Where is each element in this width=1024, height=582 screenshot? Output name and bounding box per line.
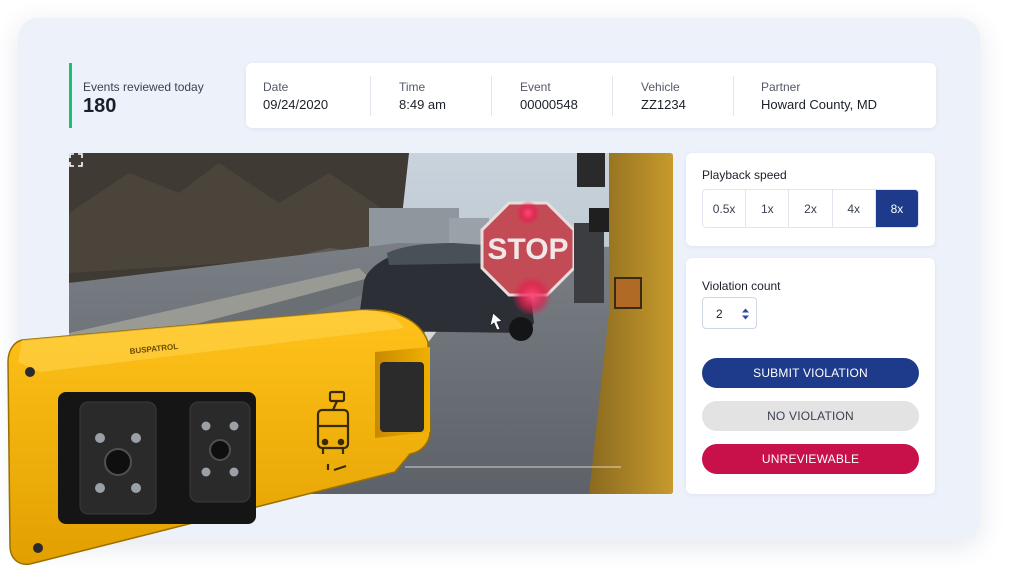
info-vehicle-value: ZZ1234 — [641, 97, 686, 112]
fullscreen-icon[interactable] — [69, 153, 83, 167]
mount-screw — [25, 367, 35, 377]
violation-count-value: 2 — [716, 307, 723, 321]
stop-light-top — [516, 201, 540, 225]
events-reviewed-label: Events reviewed today — [83, 80, 204, 94]
info-divider — [733, 76, 734, 116]
bus-lamp — [614, 277, 642, 309]
speed-option-8x[interactable]: 8x — [875, 190, 918, 227]
stepper-arrows-icon[interactable] — [741, 307, 750, 321]
submit-violation-button[interactable]: SUBMIT VIOLATION — [702, 358, 919, 388]
ir-led — [95, 433, 105, 443]
car-wheel — [509, 317, 533, 341]
info-date-label: Date — [263, 80, 289, 94]
info-divider — [491, 76, 492, 116]
speed-option-0-5x[interactable]: 0.5x — [703, 190, 747, 227]
playback-speed-title: Playback speed — [702, 168, 787, 182]
info-event-value: 00000548 — [520, 97, 578, 112]
info-divider — [612, 76, 613, 116]
info-partner-label: Partner — [761, 80, 801, 94]
info-divider — [370, 76, 371, 116]
bus-mirror — [577, 153, 605, 187]
camera-lens — [209, 439, 231, 461]
playback-speed-card: Playback speed 0.5x 1x 2x 4x 8x — [686, 153, 935, 246]
bus-mirror — [589, 208, 609, 232]
ir-led — [131, 433, 141, 443]
ir-led — [95, 483, 105, 493]
info-time-value: 8:49 am — [399, 97, 446, 112]
no-violation-button[interactable]: NO VIOLATION — [702, 401, 919, 431]
events-reviewed-value: 180 — [83, 95, 117, 117]
violation-count-select[interactable]: 2 — [702, 297, 757, 329]
events-reviewed-stat: Events reviewed today 180 — [69, 63, 219, 128]
violation-card: Violation count 2 SUBMIT VIOLATION NO VI… — [686, 258, 935, 494]
ir-led — [131, 483, 141, 493]
unreviewable-button[interactable]: UNREVIEWABLE — [702, 444, 919, 474]
bus-camera-device: BUSPATROL — [7, 309, 431, 566]
ir-led — [201, 421, 211, 431]
info-date-value: 09/24/2020 — [263, 97, 329, 112]
ir-led — [229, 421, 239, 431]
event-info-card: Date 09/24/2020 Time 8:49 am Event 00000… — [246, 63, 936, 128]
camera-lens — [104, 448, 132, 476]
info-vehicle-label: Vehicle — [641, 80, 680, 94]
mount-screw — [33, 543, 43, 553]
ir-led — [229, 467, 239, 477]
info-time-label: Time — [399, 80, 426, 94]
speed-option-2x[interactable]: 2x — [789, 190, 833, 227]
stop-light-bottom — [512, 276, 552, 316]
violation-count-title: Violation count — [702, 279, 781, 293]
playback-speed-selector: 0.5x 1x 2x 4x 8x — [702, 189, 919, 228]
stop-arm-mount — [574, 223, 604, 303]
speed-option-1x[interactable]: 1x — [746, 190, 790, 227]
info-partner-value: Howard County, MD — [761, 97, 878, 112]
camera-side-port — [380, 362, 424, 432]
speed-option-4x[interactable]: 4x — [833, 190, 876, 227]
stop-sign-text: STOP — [487, 233, 568, 266]
ir-led — [201, 467, 211, 477]
info-event-label: Event — [520, 80, 551, 94]
